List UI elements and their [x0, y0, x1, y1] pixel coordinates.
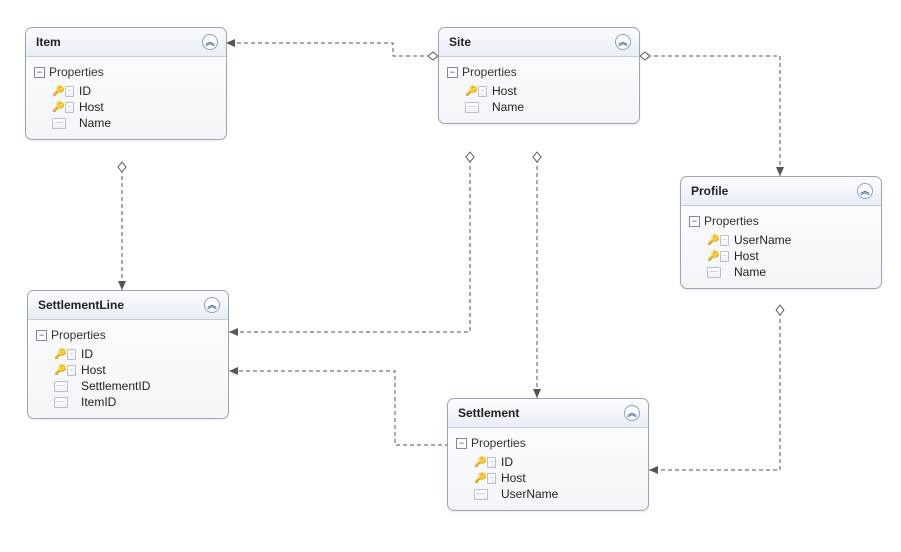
minus-icon: − — [34, 67, 45, 78]
property-row[interactable]: Name — [52, 115, 220, 131]
entity-profile-title: Profile ︽ — [681, 177, 881, 206]
key-icon: 🔑 — [707, 235, 719, 246]
property-row[interactable]: ItemID — [54, 394, 222, 410]
property-row[interactable]: 🔑Host — [52, 99, 220, 115]
property-row[interactable]: UserName — [474, 486, 642, 502]
key-icon: 🔑 — [52, 86, 64, 97]
property-row[interactable]: 🔑Host — [707, 248, 875, 264]
key-icon: 🔑 — [54, 365, 66, 376]
entity-settlementline-title: SettlementLine ︽ — [28, 291, 228, 320]
property-row[interactable]: 🔑ID — [474, 454, 642, 470]
properties-section[interactable]: − Properties — [34, 65, 220, 79]
collapse-icon[interactable]: ︽ — [857, 183, 873, 199]
property-row[interactable]: 🔑ID — [52, 83, 220, 99]
property-row[interactable]: SettlementID — [54, 378, 222, 394]
properties-section[interactable]: − Properties — [36, 328, 222, 342]
key-icon: 🔑 — [52, 102, 64, 113]
scalar-icon — [474, 489, 488, 500]
scalar-icon — [67, 349, 76, 360]
entity-site-name: Site — [449, 35, 471, 49]
property-row[interactable]: 🔑Host — [474, 470, 642, 486]
property-row[interactable]: 🔑Host — [54, 362, 222, 378]
entity-settlementline-name: SettlementLine — [38, 298, 124, 312]
scalar-icon — [54, 381, 68, 392]
scalar-icon — [52, 118, 66, 129]
entity-settlement[interactable]: Settlement ︽ − Properties 🔑ID 🔑Host User… — [447, 398, 649, 511]
entity-site[interactable]: Site ︽ − Properties 🔑Host Name — [438, 27, 640, 124]
properties-section[interactable]: − Properties — [689, 214, 875, 228]
key-icon: 🔑 — [54, 349, 66, 360]
property-row[interactable]: 🔑ID — [54, 346, 222, 362]
scalar-icon — [67, 365, 76, 376]
scalar-icon — [465, 102, 479, 113]
entity-profile-name: Profile — [691, 184, 728, 198]
entity-settlement-title: Settlement ︽ — [448, 399, 648, 428]
key-icon: 🔑 — [465, 86, 477, 97]
scalar-icon — [487, 457, 496, 468]
property-row[interactable]: 🔑Host — [465, 83, 633, 99]
entity-settlementline[interactable]: SettlementLine ︽ − Properties 🔑ID 🔑Host … — [27, 290, 229, 419]
minus-icon: − — [447, 67, 458, 78]
properties-section[interactable]: − Properties — [447, 65, 633, 79]
properties-section[interactable]: − Properties — [456, 436, 642, 450]
entity-site-title: Site ︽ — [439, 28, 639, 57]
entity-item[interactable]: Item ︽ − Properties 🔑ID 🔑Host Name — [25, 27, 227, 140]
minus-icon: − — [689, 216, 700, 227]
entity-item-name: Item — [36, 35, 61, 49]
minus-icon: − — [456, 438, 467, 449]
scalar-icon — [707, 267, 721, 278]
property-row[interactable]: Name — [707, 264, 875, 280]
minus-icon: − — [36, 330, 47, 341]
scalar-icon — [65, 86, 74, 97]
scalar-icon — [65, 102, 74, 113]
collapse-icon[interactable]: ︽ — [204, 297, 220, 313]
entity-settlement-name: Settlement — [458, 406, 519, 420]
key-icon: 🔑 — [707, 251, 719, 262]
collapse-icon[interactable]: ︽ — [624, 405, 640, 421]
scalar-icon — [487, 473, 496, 484]
scalar-icon — [720, 235, 729, 246]
key-icon: 🔑 — [474, 473, 486, 484]
entity-profile[interactable]: Profile ︽ − Properties 🔑UserName 🔑Host N… — [680, 176, 882, 289]
collapse-icon[interactable]: ︽ — [202, 34, 218, 50]
key-icon: 🔑 — [474, 457, 486, 468]
entity-item-title: Item ︽ — [26, 28, 226, 57]
property-row[interactable]: Name — [465, 99, 633, 115]
property-row[interactable]: 🔑UserName — [707, 232, 875, 248]
collapse-icon[interactable]: ︽ — [615, 34, 631, 50]
scalar-icon — [54, 397, 68, 408]
scalar-icon — [478, 86, 487, 97]
scalar-icon — [720, 251, 729, 262]
